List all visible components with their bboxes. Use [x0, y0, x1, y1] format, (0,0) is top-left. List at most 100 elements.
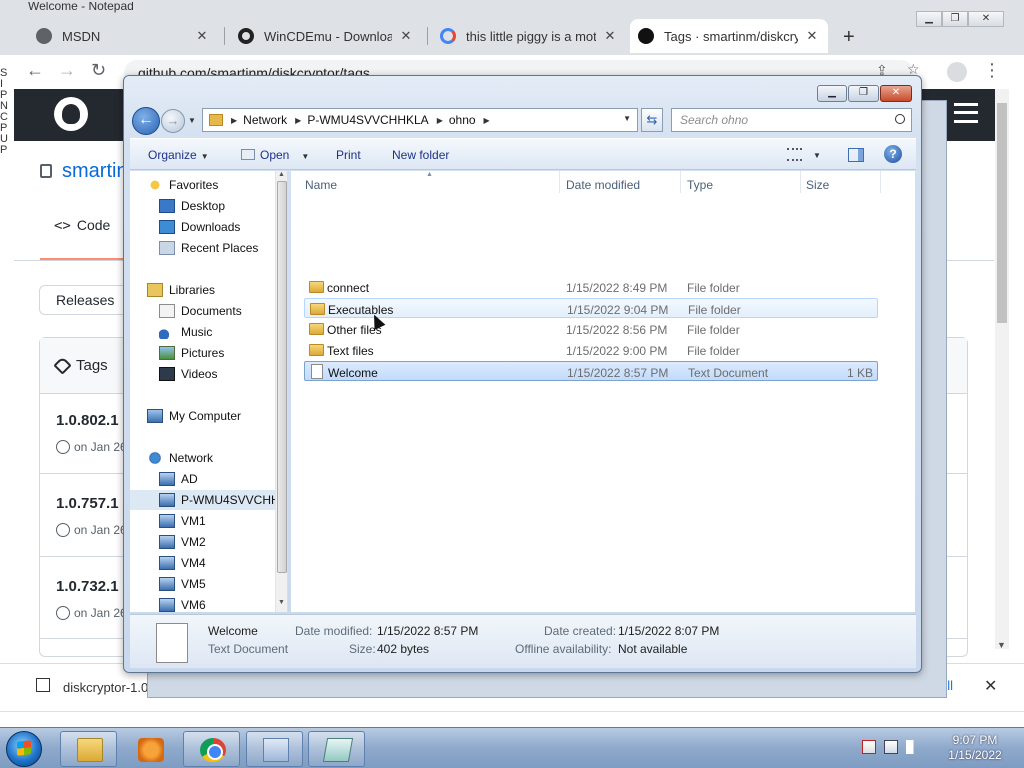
nav-computer-selected[interactable]: P-WMU4SVVCHHKLA — [130, 490, 275, 510]
nav-computer-vm2[interactable]: VM2 — [159, 532, 206, 552]
taskbar-explorer-button[interactable] — [60, 731, 117, 767]
nav-favorites[interactable]: Favorites — [147, 175, 218, 195]
new-folder-button[interactable]: New folder — [392, 148, 449, 162]
taskbar-media-player-button[interactable] — [121, 731, 178, 767]
taskbar-wincdemu-button[interactable] — [246, 731, 303, 767]
start-button[interactable] — [6, 731, 42, 767]
column-header-name[interactable]: Name — [305, 178, 337, 192]
chevron-down-icon[interactable]: ▼ — [301, 152, 309, 161]
preview-pane-icon[interactable] — [848, 148, 864, 162]
maximize-button[interactable]: ❐ — [942, 11, 968, 27]
tab-msdn[interactable]: MSDN ✕ — [28, 19, 218, 53]
address-history-dropdown-icon[interactable]: ▼ — [623, 114, 631, 123]
action-center-flag-icon[interactable] — [862, 740, 876, 754]
breadcrumb-computer[interactable]: P-WMU4SVVCHHKLA — [307, 113, 428, 127]
network-status-icon[interactable] — [884, 740, 898, 754]
close-tab-icon[interactable]: ✕ — [194, 28, 210, 44]
back-arrow-icon[interactable]: ← — [132, 107, 160, 135]
chrome-menu-icon[interactable]: ⋮ — [983, 60, 1001, 81]
nav-scrollbar[interactable]: ▲ ▼ — [275, 171, 287, 612]
tag-version-link[interactable]: 1.0.732.1 — [56, 578, 119, 595]
close-download-bar-icon[interactable]: ✕ — [984, 676, 997, 696]
scroll-down-arrow-icon[interactable]: ▼ — [997, 640, 1006, 650]
chevron-down-icon[interactable]: ▼ — [813, 151, 821, 160]
breadcrumb-folder[interactable]: ohno — [449, 113, 476, 127]
tab-code[interactable]: <> Code — [54, 217, 110, 234]
close-button[interactable]: ✕ — [880, 85, 912, 102]
chevron-right-icon[interactable]: ▶ — [231, 116, 237, 125]
column-header-type[interactable]: Type — [687, 178, 713, 192]
profile-avatar[interactable] — [947, 62, 967, 82]
system-clock[interactable]: 9:07 PM 1/15/2022 — [940, 733, 1010, 763]
hamburger-menu-icon[interactable] — [954, 103, 978, 123]
scroll-up-arrow-icon[interactable]: ▲ — [278, 171, 285, 178]
nav-network[interactable]: Network — [147, 448, 213, 468]
tag-version-link[interactable]: 1.0.802.1 — [56, 412, 119, 429]
breadcrumb-network[interactable]: Network — [243, 113, 287, 127]
nav-computer-vm4[interactable]: VM4 — [159, 553, 206, 573]
repo-owner-link[interactable]: smartin — [62, 160, 128, 183]
nav-recent-places[interactable]: Recent Places — [159, 238, 258, 258]
close-tab-icon[interactable]: ✕ — [602, 28, 618, 44]
print-button[interactable]: Print — [336, 148, 361, 162]
file-row[interactable]: Executables 1/15/2022 9:04 PM File folde… — [304, 298, 878, 318]
new-tab-button[interactable]: + — [843, 26, 855, 49]
refresh-icon[interactable]: ⇆ — [641, 108, 663, 132]
nav-my-computer[interactable]: My Computer — [147, 406, 241, 426]
close-tab-icon[interactable]: ✕ — [398, 28, 414, 44]
forward-arrow-icon[interactable]: → — [161, 109, 185, 133]
column-header-size[interactable]: Size — [806, 178, 829, 192]
column-header-date-modified[interactable]: Date modified — [566, 178, 640, 192]
nav-videos[interactable]: Videos — [159, 364, 217, 384]
nav-computer-vm1[interactable]: VM1 — [159, 511, 206, 531]
search-input[interactable]: Search ohno — [671, 108, 912, 132]
address-bar[interactable]: ▶ Network ▶ P-WMU4SVVCHHKLA ▶ ohno ▶ ▼ — [202, 108, 638, 132]
nav-downloads[interactable]: Downloads — [159, 217, 240, 237]
file-row[interactable]: Other files 1/15/2022 8:56 PM File folde… — [304, 319, 878, 339]
page-scrollbar[interactable] — [995, 89, 1009, 649]
tag-item[interactable]: 1.0.802.1 on Jan 26 — [56, 412, 127, 454]
nav-computer-vm5[interactable]: VM5 — [159, 574, 206, 594]
nav-music[interactable]: Music — [159, 322, 212, 342]
open-button[interactable]: Open ▼ — [241, 148, 309, 162]
recent-pages-dropdown-icon[interactable]: ▼ — [188, 116, 196, 125]
taskbar-chrome-button[interactable] — [183, 731, 240, 767]
tab-google-search[interactable]: this little piggy is a mothe ✕ — [432, 19, 626, 53]
nav-documents[interactable]: Documents — [159, 301, 242, 321]
minimize-button[interactable]: ▁ — [916, 11, 942, 27]
file-row[interactable]: Text files 1/15/2022 9:00 PM File folder — [304, 340, 878, 360]
change-view-icon[interactable] — [787, 148, 802, 161]
chevron-right-icon[interactable]: ▶ — [484, 116, 490, 125]
tab-github-tags[interactable]: Tags · smartinm/diskcrypt ✕ — [630, 19, 828, 53]
close-tab-icon[interactable]: ✕ — [804, 28, 820, 44]
back-arrow-icon[interactable]: ← — [26, 60, 44, 81]
tab-wincdemu[interactable]: WinCDEmu - Download ✕ — [230, 19, 422, 53]
releases-button[interactable]: Releases — [39, 285, 129, 315]
download-item[interactable]: diskcryptor-1.0 — [63, 680, 148, 695]
file-row-selected[interactable]: Welcome 1/15/2022 8:57 PM Text Document … — [304, 361, 878, 381]
forward-arrow-icon[interactable]: → — [58, 60, 76, 81]
search-icon[interactable] — [895, 114, 905, 124]
organize-button[interactable]: Organize ▼ — [148, 148, 209, 162]
scroll-down-arrow-icon[interactable]: ▼ — [278, 599, 285, 606]
taskbar-notepad-button[interactable] — [308, 731, 365, 767]
nav-desktop[interactable]: Desktop — [159, 196, 225, 216]
reload-icon[interactable]: ↻ — [91, 60, 106, 81]
chevron-right-icon[interactable]: ▶ — [295, 116, 301, 125]
close-button[interactable]: ✕ — [968, 11, 1004, 27]
nav-pictures[interactable]: Pictures — [159, 343, 224, 363]
tag-version-link[interactable]: 1.0.757.1 — [56, 495, 119, 512]
chevron-right-icon[interactable]: ▶ — [437, 116, 443, 125]
github-logo-icon[interactable] — [54, 97, 88, 131]
nav-libraries[interactable]: Libraries — [147, 280, 215, 300]
tag-item[interactable]: 1.0.757.1 on Jan 26 — [56, 495, 127, 537]
volume-icon[interactable] — [906, 740, 920, 754]
nav-computer-vm6[interactable]: VM6 — [159, 595, 206, 612]
help-icon[interactable]: ? — [884, 145, 902, 163]
file-row[interactable]: connect 1/15/2022 8:49 PM File folder — [304, 277, 878, 297]
tag-item[interactable]: 1.0.732.1 on Jan 26 — [56, 578, 127, 620]
scrollbar-thumb[interactable] — [277, 181, 287, 573]
maximize-button[interactable]: ❐ — [848, 85, 879, 102]
minimize-button[interactable]: ▁ — [817, 85, 847, 102]
nav-computer-ad[interactable]: AD — [159, 469, 198, 489]
